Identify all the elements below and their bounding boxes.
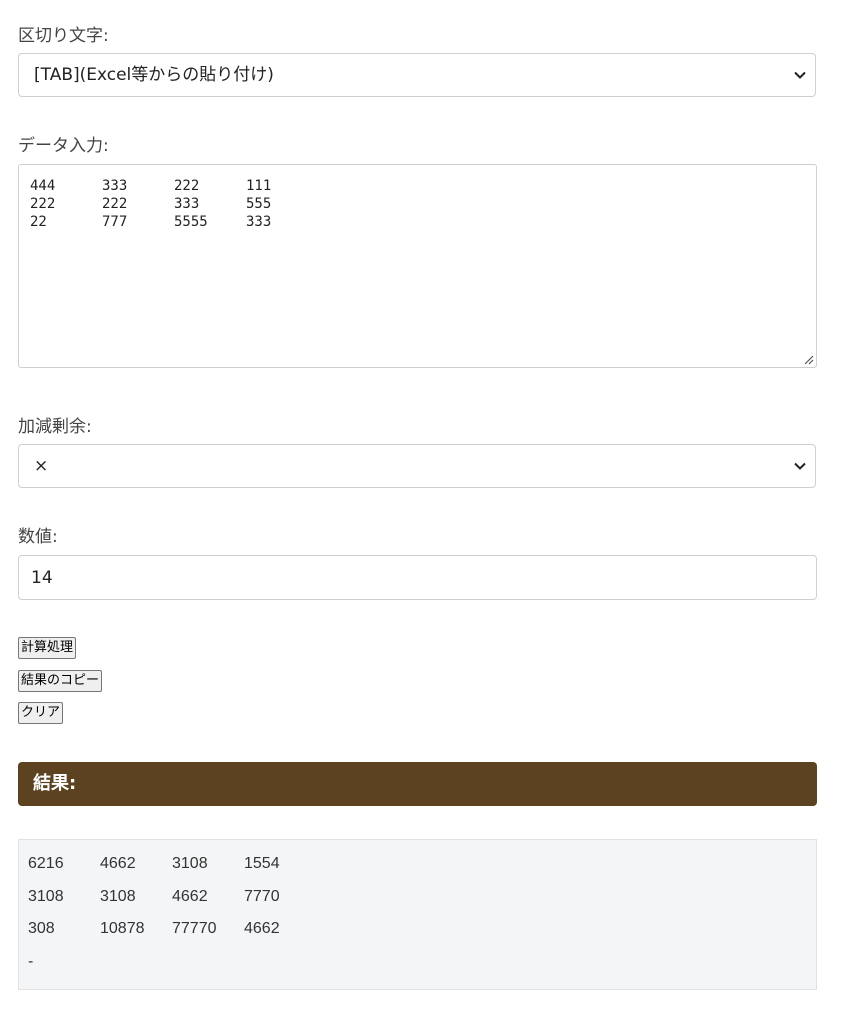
input-data-cell: 444	[30, 178, 56, 194]
delimiter-select-value: [TAB](Excel等からの貼り付け)	[34, 65, 274, 85]
number-input[interactable]: 14	[18, 555, 817, 600]
result-cell: 308	[28, 920, 55, 937]
input-data-cell: 222	[30, 196, 56, 212]
input-data-cell: 5555	[174, 214, 208, 230]
delimiter-select[interactable]: [TAB](Excel等からの貼り付け)	[18, 53, 816, 97]
input-data-cell: 22	[30, 214, 47, 230]
result-cell: -	[28, 952, 34, 970]
input-data-cell: 333	[246, 214, 272, 230]
number-input-value: 14	[31, 568, 53, 588]
input-data-cell: 555	[246, 196, 272, 212]
result-cell: 4662	[172, 887, 208, 905]
result-cell: 4662	[100, 855, 136, 872]
result-header: 結果:	[18, 762, 817, 806]
result-header-title: 結果:	[33, 773, 77, 794]
data-input-label: データ入力:	[18, 136, 109, 156]
result-row: 3108 3108 4662 7770	[28, 887, 816, 920]
number-label: 数値:	[18, 527, 58, 547]
clear-button[interactable]: クリア	[18, 702, 64, 724]
result-output: 6216 4662 3108 1554 3108 3108 4662 7770 308 10878…	[18, 839, 817, 990]
input-data-cell: 333	[174, 196, 200, 212]
input-data-row: 22 777 5555 333	[30, 213, 816, 231]
result-cell: 1554	[244, 855, 280, 872]
delimiter-label: 区切り文字:	[18, 26, 109, 46]
result-row: 308 10878 77770 4662	[28, 919, 816, 952]
result-cell: 77770	[172, 920, 217, 937]
input-data-cell: 111	[246, 178, 272, 194]
result-row: 6216 4662 3108 1554	[28, 854, 816, 887]
input-data-cell: 777	[102, 214, 128, 230]
result-cell: 3108	[28, 887, 64, 905]
calculate-button[interactable]: 計算処理	[18, 637, 77, 659]
input-data-cell: 222	[174, 178, 200, 194]
result-cell: 10878	[100, 920, 145, 937]
chevron-down-icon	[794, 462, 806, 470]
chevron-down-icon	[794, 71, 806, 79]
operation-label: 加減剰余:	[18, 417, 92, 437]
resize-grip-icon[interactable]	[802, 353, 814, 365]
copy-result-button[interactable]: 結果のコピー	[18, 670, 103, 692]
data-input-content: 444 333 222 111 222 222 333 555 22 777 5555 333	[30, 177, 816, 231]
data-input-textarea[interactable]: 444 333 222 111 222 222 333 555 22 777 5555 333	[18, 164, 817, 368]
input-data-row: 444 333 222 111	[30, 177, 816, 195]
result-cell: 7770	[244, 887, 280, 905]
input-data-cell: 222	[102, 196, 128, 212]
input-data-row: 222 222 333 555	[30, 195, 816, 213]
operation-select-value: ×	[34, 456, 49, 476]
result-row: -	[28, 952, 816, 985]
result-cell: 3108	[100, 887, 136, 905]
result-cell: 4662	[244, 920, 280, 937]
result-cell: 6216	[28, 855, 64, 872]
input-data-cell: 333	[102, 178, 128, 194]
operation-select[interactable]: ×	[18, 444, 816, 488]
result-content: 6216 4662 3108 1554 3108 3108 4662 7770 308 10878…	[28, 854, 816, 984]
result-cell: 3108	[172, 855, 208, 872]
